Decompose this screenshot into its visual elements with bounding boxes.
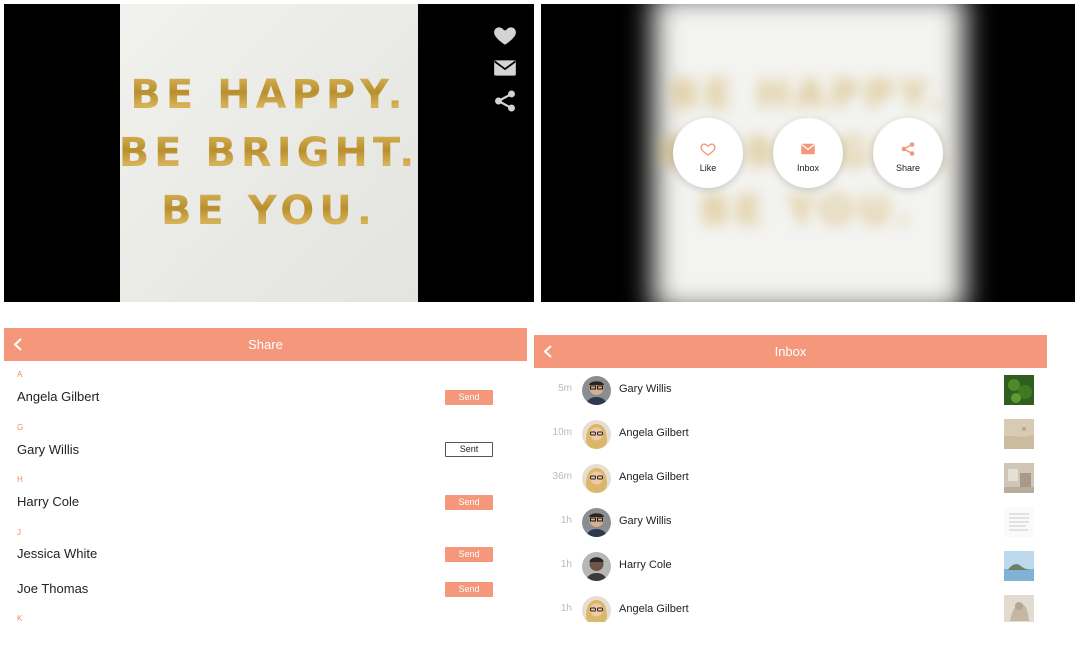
inbox-row[interactable]: 1h Harry Cole — [534, 545, 1047, 589]
avatar — [582, 464, 611, 493]
message-thumbnail — [1004, 375, 1034, 405]
poster-line: BE HAPPY. — [669, 72, 947, 118]
avatar — [582, 420, 611, 449]
share-button[interactable]: Share — [873, 118, 943, 188]
inbox-screen: Inbox 5m Gary Willis 10m Angela Gilbert … — [534, 335, 1047, 622]
section-letter: A — [17, 370, 23, 379]
poster-image: BE HAPPY. BE BRIGHT. BE YOU. — [119, 4, 420, 302]
contact-name: Gary Willis — [17, 442, 80, 457]
share-label: Share — [895, 162, 921, 173]
image-viewer: BE HAPPY. BE BRIGHT. BE YOU. — [4, 4, 534, 302]
section-letter: J — [17, 528, 21, 537]
inbox-label: Inbox — [796, 162, 820, 173]
poster-line: BE YOU. — [700, 188, 916, 234]
message-time: 10m — [552, 427, 572, 438]
message-time: 36m — [552, 471, 572, 482]
share-icon[interactable] — [492, 88, 518, 114]
message-thumbnail — [1004, 463, 1034, 493]
message-thumbnail — [1004, 595, 1034, 622]
message-thumbnail — [1004, 551, 1034, 581]
sender-name: Gary Willis — [619, 515, 672, 527]
heart-icon[interactable] — [492, 22, 518, 48]
section-letter: H — [17, 475, 23, 484]
share-icon — [901, 141, 915, 156]
contact-name: Angela Gilbert — [17, 389, 100, 404]
inbox-row[interactable]: 1h Gary Willis — [534, 501, 1047, 545]
sender-name: Angela Gilbert — [619, 603, 689, 615]
contact-name: Joe Thomas — [17, 581, 89, 596]
avatar — [582, 596, 611, 622]
poster-line: BE YOU. — [161, 182, 377, 240]
heart-outline-icon — [700, 142, 716, 156]
inbox-row[interactable]: 5m Gary Willis — [534, 369, 1047, 413]
envelope-icon[interactable] — [492, 55, 518, 81]
like-label: Like — [699, 162, 717, 173]
avatar — [582, 552, 611, 581]
inbox-row[interactable]: 36m Angela Gilbert — [534, 457, 1047, 501]
message-time: 1h — [560, 559, 572, 570]
send-button[interactable]: Send — [445, 582, 493, 597]
message-time: 1h — [560, 603, 572, 614]
sender-name: Angela Gilbert — [619, 427, 689, 439]
poster-line: BE HAPPY. — [130, 66, 407, 124]
message-thumbnail — [1004, 507, 1034, 537]
contact-name: Harry Cole — [17, 494, 80, 509]
inbox-title: Inbox — [774, 344, 807, 359]
share-title: Share — [248, 337, 283, 352]
chevron-left-icon[interactable] — [12, 338, 24, 351]
inbox-navbar: Inbox — [534, 335, 1047, 368]
action-menu-overlay: BE HAPPY. BE BRIGHT. BE YOU. Like Inbox … — [541, 4, 1075, 302]
envelope-icon — [801, 143, 815, 154]
share-screen: Share A Angela Gilbert Send G Gary Willi… — [4, 328, 527, 628]
sender-name: Harry Cole — [619, 559, 672, 571]
sender-name: Angela Gilbert — [619, 471, 689, 483]
message-time: 5m — [558, 383, 572, 394]
chevron-left-icon[interactable] — [542, 345, 554, 358]
section-letter: G — [17, 423, 24, 432]
inbox-button[interactable]: Inbox — [773, 118, 843, 188]
poster-line: BE BRIGHT. — [119, 124, 420, 182]
share-navbar: Share — [4, 328, 527, 361]
viewer-action-icons — [492, 22, 518, 121]
contact-name: Jessica White — [17, 546, 98, 561]
like-button[interactable]: Like — [673, 118, 743, 188]
send-button[interactable]: Send — [445, 495, 493, 510]
sender-name: Gary Willis — [619, 383, 672, 395]
message-time: 1h — [560, 515, 572, 526]
send-button[interactable]: Send — [445, 547, 493, 562]
section-letter: K — [17, 614, 23, 623]
avatar — [582, 376, 611, 405]
avatar — [582, 508, 611, 537]
message-thumbnail — [1004, 419, 1034, 449]
sent-button[interactable]: Sent — [445, 442, 493, 457]
inbox-row[interactable]: 1h Angela Gilbert — [534, 589, 1047, 622]
send-button[interactable]: Send — [445, 390, 493, 405]
inbox-row[interactable]: 10m Angela Gilbert — [534, 413, 1047, 457]
